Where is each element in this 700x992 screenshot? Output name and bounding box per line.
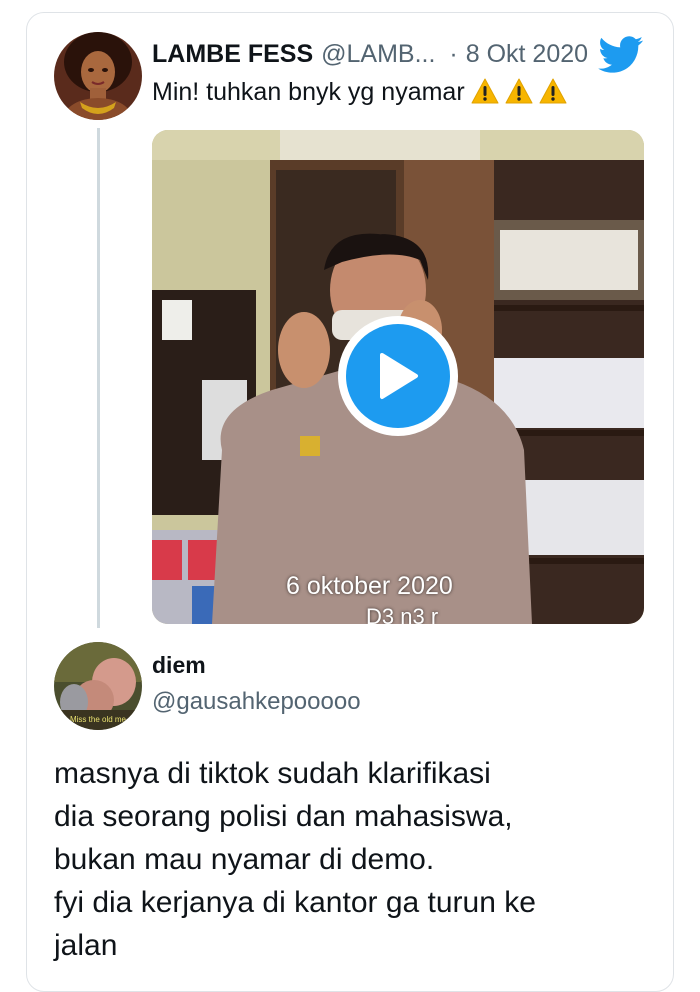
header-separator: ·	[449, 39, 458, 68]
play-icon	[346, 324, 450, 428]
quoted-handle[interactable]: @LAMB...	[321, 40, 435, 69]
reply-text-line: masnya di tiktok sudah klarifikasi	[54, 757, 491, 790]
twitter-bird-icon[interactable]	[598, 36, 644, 74]
reply-handle[interactable]: @gausahkepooooo	[152, 688, 361, 716]
thread-connector-line	[97, 128, 100, 628]
video-overlay-date: 6 oktober 2020	[286, 572, 453, 600]
reply-tweet-text: masnya di tiktok sudah klarifikasi dia s…	[54, 752, 654, 967]
reply-display-name[interactable]: diem	[152, 652, 206, 679]
quoted-display-name[interactable]: LAMBE FESS	[152, 40, 313, 69]
reply-text-line: dia seorang polisi dan mahasiswa,	[54, 800, 513, 833]
quoted-tweet-text-content: Min! tuhkan bnyk yg nyamar	[152, 78, 465, 106]
quoted-tweet-header: LAMBE FESS @LAMB... · 8 Okt 2020	[152, 36, 588, 72]
warning-icon	[505, 78, 533, 111]
reply-text-line: bukan mau nyamar di demo.	[54, 843, 435, 876]
warning-icon	[471, 78, 499, 111]
quoted-tweet-avatar[interactable]	[54, 32, 142, 120]
svg-text:Miss the old me: Miss the old me	[70, 715, 127, 724]
reply-avatar[interactable]: Miss the old me	[54, 642, 142, 730]
quoted-tweet-text: Min! tuhkan bnyk yg nyamar	[152, 78, 567, 111]
quoted-tweet-date[interactable]: 8 Okt 2020	[466, 40, 588, 69]
reply-text-line: jalan	[54, 929, 118, 962]
warning-icon	[539, 78, 567, 111]
video-overlay-subtext: D3 n3 r	[366, 604, 439, 624]
reply-text-line: fyi dia kerjanya di kantor ga turun ke	[54, 886, 536, 919]
tweet-video-thumbnail[interactable]: 6 oktober 2020 D3 n3 r	[152, 130, 644, 624]
play-button[interactable]	[338, 316, 458, 436]
